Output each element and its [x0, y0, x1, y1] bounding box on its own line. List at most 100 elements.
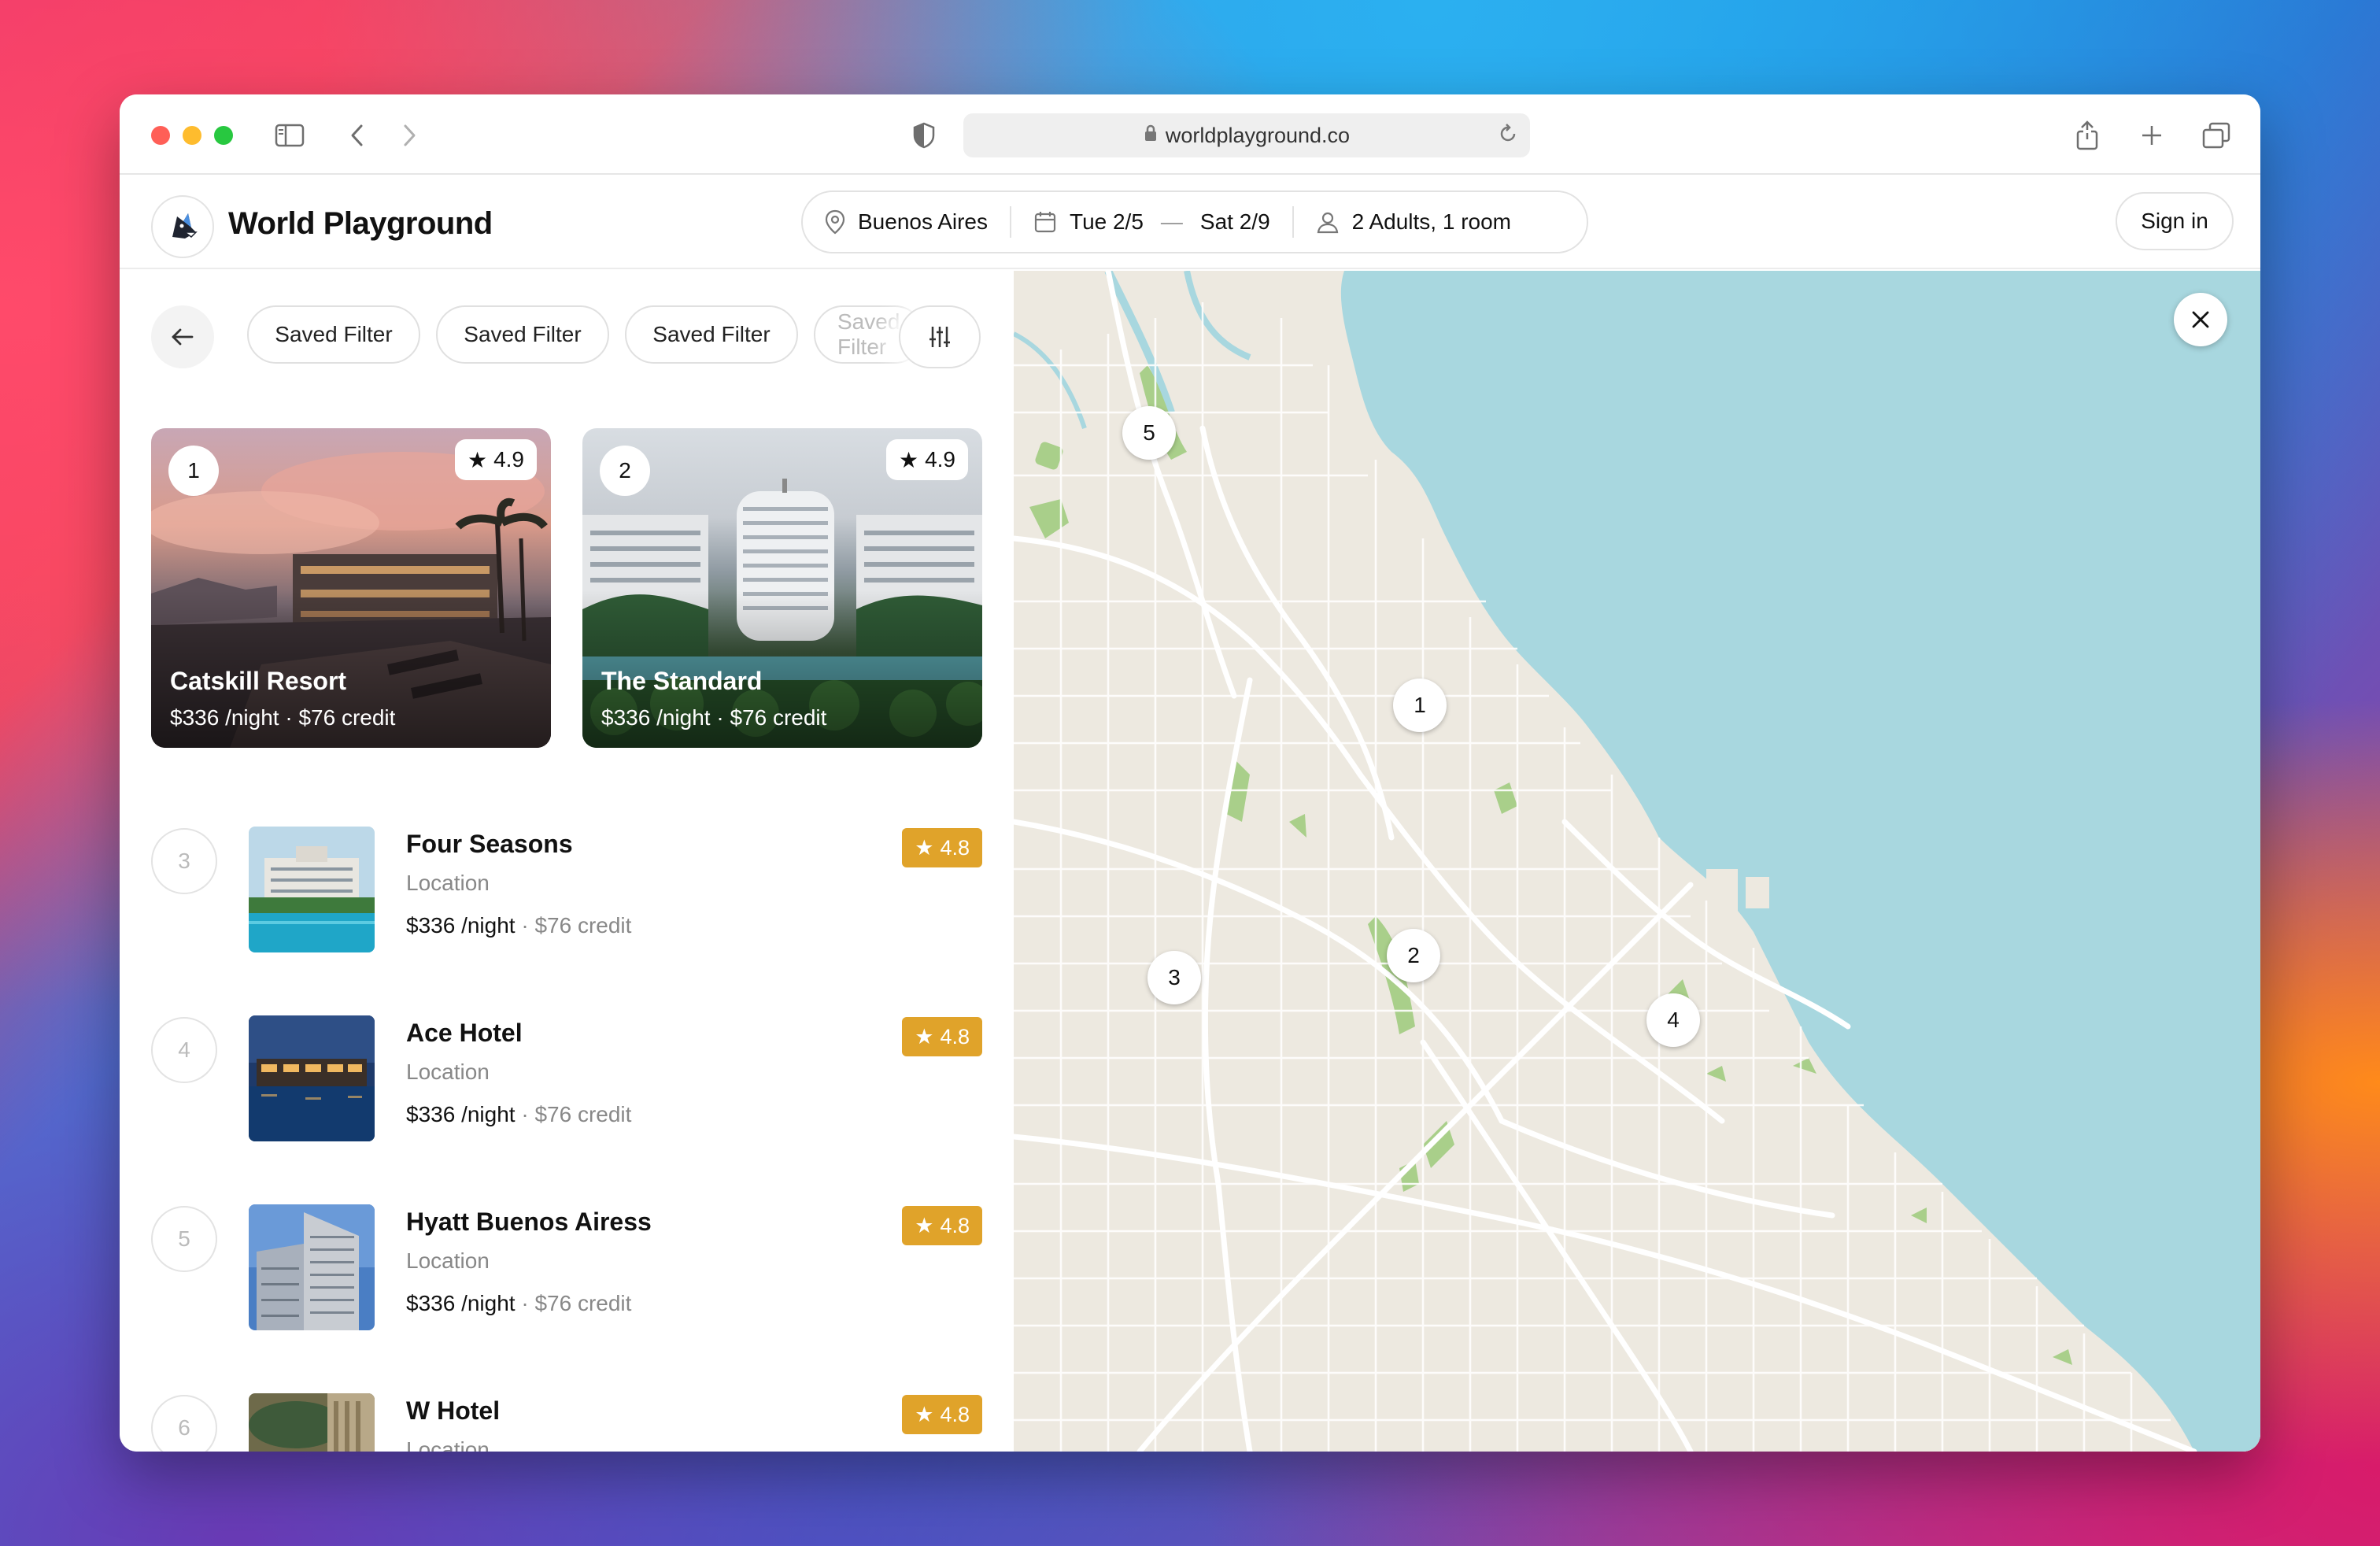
- hotel-name: Ace Hotel: [406, 1019, 523, 1047]
- hotel-location: Location: [406, 1437, 490, 1452]
- check-out-text: Sat 2/9: [1199, 209, 1270, 234]
- star-icon: ★: [915, 1024, 934, 1049]
- filter-settings-button[interactable]: [899, 305, 981, 368]
- hotel-price: $336 /night · $76 credit: [406, 913, 631, 938]
- rank-badge: 4: [151, 1017, 217, 1083]
- arrow-left-icon: [172, 328, 194, 346]
- rating-value: 4.8: [940, 1213, 970, 1237]
- featured-hotel-card[interactable]: 1 ★ 4.9 Catskill Resort $336 /night · $7…: [151, 428, 551, 748]
- star-icon: ★: [915, 1402, 934, 1426]
- map-marker[interactable]: 2: [1387, 929, 1440, 982]
- address-bar[interactable]: worldplayground.co: [963, 113, 1530, 157]
- minimize-window-button[interactable]: [183, 126, 201, 145]
- guests-field[interactable]: 2 Adults, 1 room: [1294, 192, 1533, 252]
- rating-badge: ★ 4.8: [902, 1395, 982, 1434]
- star-icon: ★: [915, 835, 934, 860]
- back-icon[interactable]: [340, 118, 375, 153]
- guests-text: 2 Adults, 1 room: [1351, 209, 1511, 234]
- logo-icon[interactable]: [151, 195, 214, 258]
- date-separator: —: [1160, 209, 1183, 234]
- close-map-button[interactable]: [2174, 293, 2227, 346]
- list-item[interactable]: 4 Ace Hotel Location $336 /night · $76 c…: [151, 1015, 982, 1148]
- credit-text: · $76 credit: [515, 913, 632, 938]
- rating-value: 4.8: [940, 835, 970, 860]
- rating-value: 4.9: [493, 447, 524, 472]
- rating-badge: ★ 4.8: [902, 828, 982, 867]
- rank-badge: 3: [151, 828, 217, 894]
- rating-value: 4.8: [940, 1402, 970, 1426]
- close-icon: [2192, 311, 2209, 328]
- hotel-location: Location: [406, 871, 490, 895]
- map-marker[interactable]: 5: [1122, 406, 1176, 460]
- saved-filter-chip[interactable]: Saved Filter: [247, 305, 420, 364]
- location-pin-icon: [825, 209, 845, 235]
- map-marker[interactable]: 3: [1148, 951, 1201, 1004]
- star-icon: ★: [898, 447, 919, 472]
- hotel-name: The Standard: [601, 667, 763, 695]
- url-text: worldplayground.co: [1165, 123, 1351, 147]
- share-icon[interactable]: [2070, 118, 2105, 153]
- price-text: $336 /night: [406, 1291, 516, 1315]
- hotel-name: Catskill Resort: [170, 667, 347, 695]
- rating-value: 4.9: [925, 447, 955, 472]
- list-item[interactable]: 6 W Hotel Location ★ 4.8: [151, 1393, 982, 1452]
- map[interactable]: 5 1 2 3 4: [1014, 271, 2260, 1452]
- rank-badge: 5: [151, 1206, 217, 1272]
- hotel-price: $336 /night · $76 credit: [170, 705, 396, 730]
- browser-window: worldplayground.co World Playground Buen…: [120, 94, 2260, 1452]
- location-field[interactable]: Buenos Aires: [803, 192, 1010, 252]
- hotel-name: Hyatt Buenos Airess: [406, 1208, 652, 1236]
- saved-filter-chip[interactable]: Saved Filter: [436, 305, 609, 364]
- hotel-location: Location: [406, 1248, 490, 1273]
- price-text: $336 /night: [406, 1102, 516, 1126]
- hotel-location: Location: [406, 1060, 490, 1084]
- hotel-price: $336 /night · $76 credit: [406, 1291, 631, 1316]
- rating-badge: ★ 4.8: [902, 1206, 982, 1245]
- hotel-name: W Hotel: [406, 1396, 501, 1425]
- star-icon: ★: [915, 1213, 934, 1237]
- close-window-button[interactable]: [151, 126, 170, 145]
- calendar-icon: [1034, 212, 1056, 233]
- featured-hotel-card[interactable]: 2 ★ 4.9 The Standard $336 /night · $76 c…: [582, 428, 982, 748]
- star-icon: ★: [467, 447, 488, 472]
- back-button[interactable]: [151, 305, 214, 368]
- map-marker[interactable]: 1: [1393, 679, 1447, 732]
- rating-badge: ★ 4.9: [885, 439, 968, 480]
- map-marker[interactable]: 4: [1646, 993, 1700, 1047]
- hotel-thumbnail: [249, 827, 375, 952]
- sidebar-icon[interactable]: [272, 118, 307, 153]
- hotel-price: $336 /night · $76 credit: [406, 1102, 631, 1127]
- lock-icon: [1144, 124, 1158, 148]
- hotel-thumbnail: [249, 1393, 375, 1452]
- price-text: $336 /night: [406, 913, 516, 938]
- rank-badge: 6: [151, 1395, 217, 1452]
- map-canvas[interactable]: [1014, 271, 2260, 1452]
- zoom-window-button[interactable]: [214, 126, 233, 145]
- rating-value: 4.8: [940, 1024, 970, 1049]
- credit-text: · $76 credit: [515, 1291, 632, 1315]
- search-bar[interactable]: Buenos Aires Tue 2/5 — Sat 2/9 2 Adults,…: [801, 190, 1588, 253]
- sign-in-button[interactable]: Sign in: [2116, 192, 2234, 250]
- hotel-thumbnail: [249, 1015, 375, 1141]
- rating-badge: ★ 4.9: [454, 439, 537, 480]
- list-item[interactable]: 3 Four Seasons Location $336 /night · $7…: [151, 827, 982, 959]
- site-header: World Playground Buenos Aires Tue 2/5 — …: [120, 175, 2260, 269]
- dates-field[interactable]: Tue 2/5 — Sat 2/9: [1011, 192, 1292, 252]
- reload-icon[interactable]: [1497, 123, 1519, 150]
- shield-icon[interactable]: [907, 118, 941, 153]
- tabs-icon[interactable]: [2199, 118, 2234, 153]
- new-tab-icon[interactable]: [2134, 118, 2169, 153]
- forward-icon[interactable]: [392, 118, 427, 153]
- rank-badge: 1: [168, 446, 219, 496]
- results-pane: Saved Filter Saved Filter Saved Filter S…: [120, 271, 1014, 1452]
- location-text: Buenos Aires: [858, 209, 988, 234]
- browser-toolbar: worldplayground.co: [120, 94, 2260, 175]
- sliders-icon: [929, 327, 950, 347]
- list-item[interactable]: 5 Hyatt Buenos Airess Location $336 /nig…: [151, 1204, 982, 1337]
- brand-name[interactable]: World Playground: [228, 206, 493, 242]
- hotel-name: Four Seasons: [406, 830, 573, 858]
- person-icon: [1317, 212, 1338, 234]
- saved-filter-chip[interactable]: Saved Filter: [625, 305, 798, 364]
- hotel-thumbnail: [249, 1204, 375, 1330]
- credit-text: · $76 credit: [515, 1102, 632, 1126]
